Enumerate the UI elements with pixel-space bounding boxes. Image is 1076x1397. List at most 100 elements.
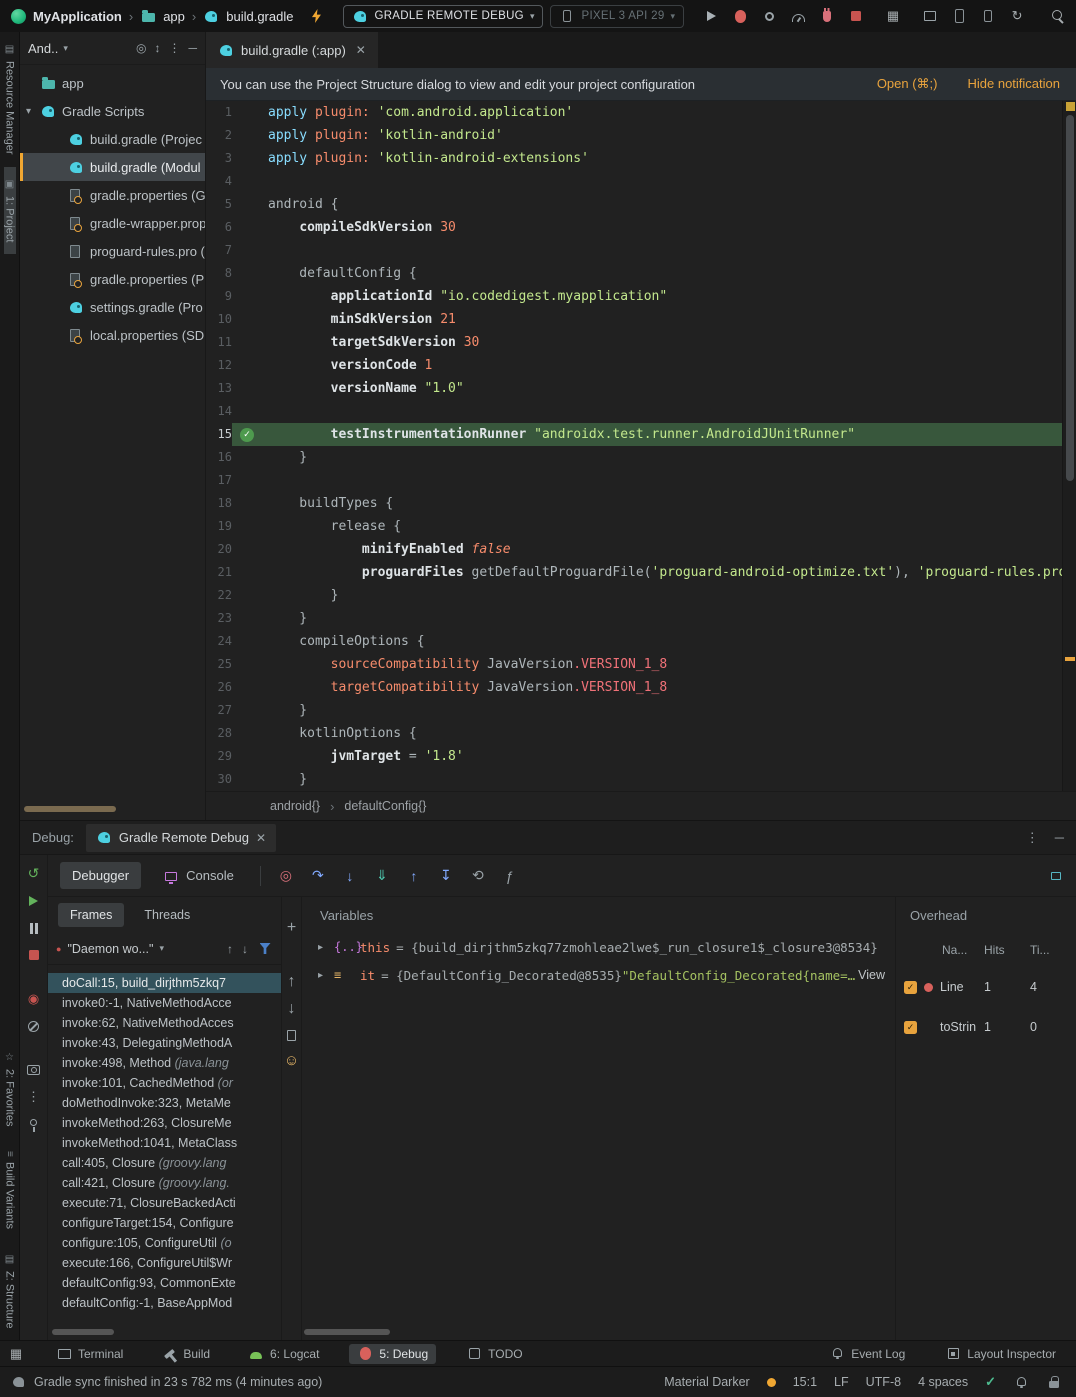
add-watch-icon[interactable]: + — [287, 919, 296, 937]
rail-item-build-variants[interactable]: ≡ Build Variants — [4, 1139, 16, 1242]
tree-item[interactable]: gradle-wrapper.prop — [20, 209, 205, 237]
expand-icon[interactable]: ▸ — [318, 970, 334, 981]
code-line[interactable]: 14 — [206, 400, 1062, 423]
code-line[interactable]: 9 applicationId "io.codedigest.myapplica… — [206, 285, 1062, 308]
tab-threads[interactable]: Threads — [132, 903, 202, 927]
tool-window-tab-layout-inspector[interactable]: Layout Inspector — [937, 1344, 1064, 1364]
thread-dump-icon[interactable] — [26, 1062, 42, 1078]
code-line[interactable]: 12 versionCode 1 — [206, 354, 1062, 377]
horizontal-scrollbar[interactable] — [24, 806, 116, 812]
breadcrumb-android[interactable]: android{} — [270, 799, 320, 813]
chevron-down-icon[interactable]: ▾ — [26, 106, 42, 117]
code-line[interactable]: 28 kotlinOptions { — [206, 722, 1062, 745]
code-line[interactable]: 27 } — [206, 699, 1062, 722]
code-line[interactable]: 29 jvmTarget = '1.8' — [206, 745, 1062, 768]
rail-item-z-structure[interactable]: ▤ Z: Structure — [4, 1242, 16, 1340]
avd-manager-icon[interactable] — [980, 8, 996, 24]
column-time[interactable]: Ti... — [1030, 943, 1068, 957]
stack-frame[interactable]: defaultConfig:93, CommonExte — [48, 1273, 281, 1293]
move-down-icon[interactable]: ↓ — [288, 1000, 296, 1018]
checkbox[interactable]: ✓ — [904, 1020, 917, 1034]
vertical-scrollbar[interactable] — [1066, 115, 1074, 481]
tool-window-tab-todo[interactable]: TODO — [458, 1344, 530, 1364]
code-line[interactable]: 23 } — [206, 607, 1062, 630]
more-options-icon[interactable]: ⋮ — [1026, 830, 1039, 846]
code-line[interactable]: 30 } — [206, 768, 1062, 791]
code-line[interactable]: 18 buildTypes { — [206, 492, 1062, 515]
more-options-icon[interactable]: ⋮ — [168, 41, 180, 55]
code-line[interactable]: 6 compileSdkVersion 30 — [206, 216, 1062, 239]
tool-window-tab-debug[interactable]: 5: Debug — [349, 1343, 437, 1364]
tool-windows-grid-icon[interactable]: ▦ — [885, 8, 901, 24]
expand-icon[interactable]: ▸ — [318, 942, 334, 953]
variable-row[interactable]: ▸ ≡ it = {DefaultConfig_Decorated@8535} "De… — [302, 961, 895, 989]
column-hits[interactable]: Hits — [984, 943, 1030, 957]
show-execution-point-icon[interactable]: ◎ — [275, 867, 297, 884]
editor-tab[interactable]: build.gradle (:app) ✕ — [206, 32, 378, 68]
previous-frame-icon[interactable]: ↑ — [227, 942, 233, 956]
code-line[interactable]: 11 targetSdkVersion 30 — [206, 331, 1062, 354]
step-over-icon[interactable]: ↷ — [307, 867, 329, 884]
step-out-icon[interactable]: ↑ — [403, 868, 425, 884]
run-configuration-select[interactable]: GRADLE REMOTE DEBUG ▾ — [343, 4, 544, 28]
notifications-icon[interactable] — [1013, 1374, 1029, 1390]
stack-frame[interactable]: call:405, Closure (groovy.lang — [48, 1153, 281, 1173]
code-line[interactable]: 8 defaultConfig { — [206, 262, 1062, 285]
tab-debugger[interactable]: Debugger — [60, 862, 142, 889]
stack-frame[interactable]: doMethodInvoke:323, MetaMe — [48, 1093, 281, 1113]
code-editor[interactable]: 1 apply plugin: 'com.android.application'… — [206, 101, 1062, 791]
stack-frame[interactable]: invoke:43, DelegatingMethodA — [48, 1033, 281, 1053]
breadcrumb-file[interactable]: build.gradle — [226, 9, 293, 24]
tree-item[interactable]: local.properties (SD — [20, 321, 205, 349]
stop-icon[interactable] — [848, 8, 864, 24]
overhead-row[interactable]: ✓ Line 1 4 — [896, 967, 1076, 1007]
stack-frame[interactable]: configureTarget:154, Configure — [48, 1213, 281, 1233]
rail-item-1-project[interactable]: ▣ 1: Project — [3, 166, 16, 255]
stop-debug-icon[interactable] — [26, 947, 42, 963]
breadcrumb-defaultconfig[interactable]: defaultConfig{} — [344, 799, 426, 813]
thread-selector[interactable]: "Daemon wo..." — [67, 942, 153, 956]
copy-icon[interactable] — [284, 1026, 301, 1043]
overhead-row[interactable]: ✓ toStrin 1 0 — [896, 1007, 1076, 1047]
tab-console[interactable]: Console — [151, 862, 246, 890]
tree-item[interactable]: settings.gradle (Pro — [20, 293, 205, 321]
evaluate-expression-icon[interactable]: ƒ — [499, 868, 521, 884]
search-icon[interactable] — [1050, 8, 1066, 24]
tree-item[interactable]: gradle.properties (G — [20, 181, 205, 209]
force-step-into-icon[interactable]: ⇓ — [371, 867, 393, 884]
rail-item-resource-manager[interactable]: ▤ Resource Manager — [4, 32, 16, 167]
code-line[interactable]: 4 — [206, 170, 1062, 193]
stack-frame[interactable]: call:421, Closure (groovy.lang. — [48, 1173, 281, 1193]
run-to-cursor-icon[interactable]: ↧ — [435, 867, 457, 884]
tree-item[interactable]: build.gradle (Projec — [20, 125, 205, 153]
expand-collapse-icon[interactable]: ↕ — [154, 41, 160, 55]
pin-tab-icon[interactable] — [26, 1116, 42, 1132]
stack-frame[interactable]: configure:105, ConfigureUtil (o — [48, 1233, 281, 1253]
view-link[interactable]: View — [858, 968, 895, 982]
code-line[interactable]: 10 minSdkVersion 21 — [206, 308, 1062, 331]
open-project-structure-link[interactable]: Open (⌘;) — [877, 76, 938, 92]
encoding-widget[interactable]: UTF-8 — [866, 1375, 901, 1389]
tree-item[interactable]: app — [20, 69, 205, 97]
code-line[interactable]: 22 } — [206, 584, 1062, 607]
code-line[interactable]: 26 targetCompatibility JavaVersion.VERSI… — [206, 676, 1062, 699]
device-manager-icon[interactable] — [951, 8, 967, 24]
stack-frame[interactable]: execute:71, ClosureBackedActi — [48, 1193, 281, 1213]
stack-frame[interactable]: invoke:101, CachedMethod (or — [48, 1073, 281, 1093]
project-view-select[interactable]: And.. — [28, 41, 58, 56]
indent-widget[interactable]: 4 spaces — [918, 1375, 968, 1389]
restore-layout-icon[interactable] — [1048, 868, 1066, 884]
drop-frame-icon[interactable]: ⟲ — [467, 867, 489, 884]
code-line[interactable]: 15 ✓ testInstrumentationRunner "androidx.… — [206, 423, 1062, 446]
checkbox[interactable]: ✓ — [904, 980, 917, 994]
code-line[interactable]: 2 apply plugin: 'kotlin-android' — [206, 124, 1062, 147]
code-line[interactable]: 21 proguardFiles getDefaultProguardFile(… — [206, 561, 1062, 584]
close-session-icon[interactable]: ✕ — [256, 831, 266, 845]
step-into-icon[interactable]: ↓ — [339, 868, 361, 884]
hide-notification-link[interactable]: Hide notification — [968, 76, 1061, 92]
breadcrumb-module[interactable]: app — [163, 9, 185, 24]
stack-frame[interactable]: invoke:498, Method (java.lang — [48, 1053, 281, 1073]
code-line[interactable]: 17 — [206, 469, 1062, 492]
stack-frame[interactable]: invokeMethod:263, ClosureMe — [48, 1113, 281, 1133]
hide-panel-icon[interactable]: ─ — [188, 41, 197, 55]
